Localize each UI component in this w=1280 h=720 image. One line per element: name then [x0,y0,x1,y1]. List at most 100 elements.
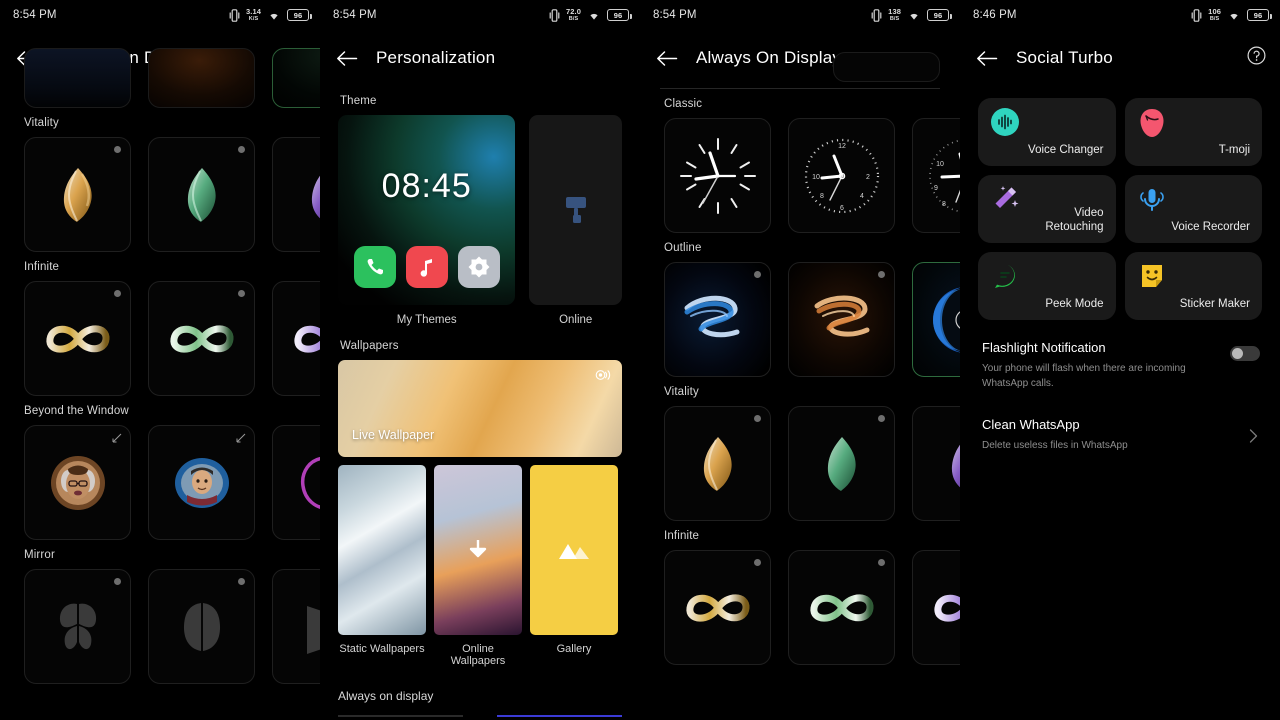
microphone-icon [1137,184,1167,214]
card-infinity-green[interactable] [788,550,895,665]
outline-planet-art [913,263,960,376]
online-wallpapers-tile[interactable] [434,465,522,635]
card-infinity-violet[interactable] [912,550,960,665]
static-wallpapers-tile[interactable] [338,465,426,635]
svg-text:8: 8 [942,201,946,208]
panel-always-on-display-2: 8:54 PM 138 B/S 96 Always On Display Cla… [640,0,960,720]
card-outline-amber-swirl[interactable] [788,262,895,377]
tulip-green-art [789,407,894,520]
svg-text:4: 4 [860,193,864,200]
bottom-indicator [320,715,640,717]
setting-title: Flashlight Notification [982,340,1106,355]
card-infinity-violet[interactable] [272,281,320,396]
mirror-butterfly-art [25,570,130,683]
vibrate-icon [1191,8,1202,22]
mountains-icon [559,544,589,559]
arrow-left-icon [657,50,678,66]
section-label-classic: Classic [664,98,703,110]
outline-blue-swirl-art [665,263,770,376]
card-tulip-amber[interactable] [24,137,131,252]
indicator-inactive [338,715,463,717]
theme-app-icons [338,246,515,288]
card-clock-numerals[interactable]: 11 10 9 8 7 [912,118,960,233]
card-infinity-gold[interactable] [24,281,131,396]
network-speed: 138 B/S [888,7,901,22]
card-partial-1[interactable] [833,52,940,82]
feature-video-retouching[interactable]: Video Retouching [978,175,1116,243]
outline-amber-swirl-art [789,263,894,376]
phone-icon [353,246,396,288]
card-mirror-fold[interactable] [272,569,320,684]
setting-title: Clean WhatsApp [982,417,1080,432]
card-portrait-outline[interactable] [272,425,320,540]
infinity-green-art [149,282,254,395]
status-bar: 8:54 PM 138 B/S 96 [640,0,960,30]
card-mirror-wings[interactable] [148,569,255,684]
feature-voice-recorder[interactable]: Voice Recorder [1124,175,1262,243]
panel-always-on-display-1: 8:54 PM 3.14 K/S 96 Vitality Infinite Be… [0,0,320,720]
wifi-icon [910,13,918,20]
gallery-tile[interactable] [530,465,618,635]
flashlight-toggle[interactable] [1230,346,1260,361]
infinity-violet-art [273,282,320,395]
card-tulip-violet[interactable] [912,406,960,521]
help-button[interactable] [1247,46,1266,70]
card-clock-dots[interactable]: 12 2 6 10 4 8 [788,118,895,233]
card-partial-2[interactable] [148,48,255,108]
live-wallpaper-card[interactable]: Live Wallpaper [338,360,622,457]
section-label-beyond-the-window: Beyond the Window [24,405,129,417]
infinity-gold-art [665,551,770,664]
tulip-violet-art [273,138,320,251]
section-label-outline: Outline [664,242,702,254]
section-row-beyond-the-window [0,425,320,540]
my-themes-card[interactable]: 08:45 [338,115,516,305]
section-label-theme: Theme [340,95,377,107]
card-clock-ticks[interactable] [664,118,771,233]
card-outline-planet[interactable] [912,262,960,377]
card-tulip-green[interactable] [148,137,255,252]
mirror-fold-art [273,570,320,683]
setting-clean-whatsapp[interactable]: Clean WhatsApp Delete useless files in W… [960,391,1280,453]
section-row-vitality [640,406,960,521]
feature-label: Voice Recorder [1171,221,1250,234]
card-portrait-woman[interactable] [24,425,131,540]
feature-sticker-maker[interactable]: Sticker Maker [1124,252,1262,320]
static-wallpapers-label: Static Wallpapers [339,643,425,655]
card-infinity-green[interactable] [148,281,255,396]
toggle-knob [1232,348,1243,359]
feature-voice-changer[interactable]: Voice Changer [978,98,1116,166]
feature-peek-mode[interactable]: Peek Mode [978,252,1116,320]
card-outline-blue-swirl[interactable] [664,262,771,377]
feature-grid: Voice Changer T-moji Video Retouching Vo… [960,86,1280,320]
setting-flashlight-notification[interactable]: Flashlight Notification Your phone will … [960,320,1280,391]
card-portrait-man[interactable] [148,425,255,540]
tulip-violet-art [913,407,960,520]
feature-label: Video Retouching [1045,206,1104,234]
back-button[interactable] [656,50,678,67]
theme-row: 08:45 [320,115,640,305]
page-title: Social Turbo [1016,48,1113,67]
card-tulip-amber[interactable] [664,406,771,521]
online-theme-card[interactable] [529,115,622,305]
live-photo-icon [595,368,612,386]
chevron-right-icon[interactable] [1249,429,1258,446]
card-partial-3[interactable] [272,48,320,108]
card-tulip-violet[interactable] [272,137,320,252]
card-tulip-green[interactable] [788,406,895,521]
card-mirror-butterfly[interactable] [24,569,131,684]
setting-subtitle: Delete useless files in WhatsApp [982,440,1128,451]
download-icon [469,540,487,558]
wifi-icon [1230,13,1238,20]
back-button[interactable] [976,50,998,67]
card-partial-1[interactable] [24,48,131,108]
paint-roller-icon [565,197,586,223]
status-time: 8:54 PM [13,9,57,21]
back-button[interactable] [336,50,358,67]
always-on-display-row-label[interactable]: Always on display [320,689,640,703]
section-label-vitality: Vitality [24,117,59,129]
feature-t-moji[interactable]: T-moji [1124,98,1262,166]
svg-text:8: 8 [820,193,824,200]
card-infinity-gold[interactable] [664,550,771,665]
section-label-vitality: Vitality [664,386,699,398]
feature-label: Peek Mode [1045,298,1104,311]
